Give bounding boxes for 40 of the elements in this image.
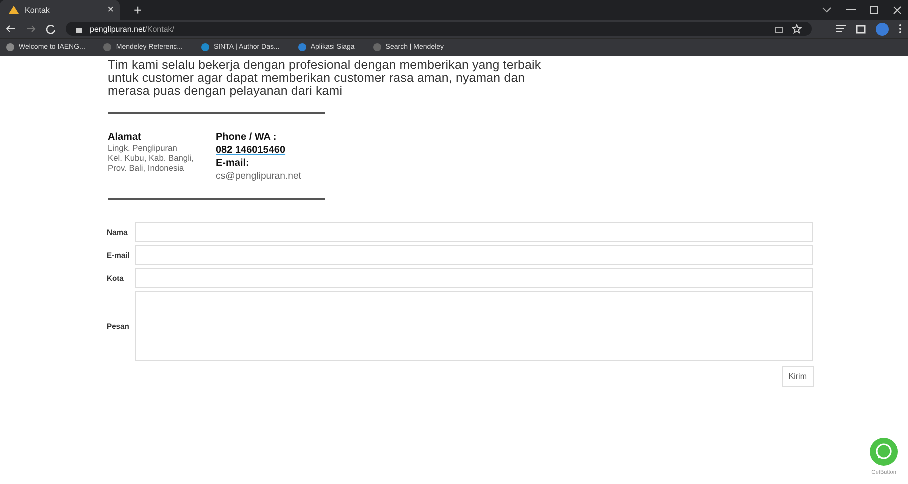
bookmark-favicon-icon (200, 43, 210, 52)
side-panel-icon[interactable] (856, 24, 866, 34)
reload-icon[interactable] (46, 24, 56, 34)
browser-tab[interactable]: Kontak × (0, 0, 120, 20)
tab-title: Kontak (25, 6, 51, 14)
address-heading: Alamat (108, 132, 142, 143)
new-tab-button[interactable]: + (134, 2, 142, 18)
address-text: Lingk. Penglipuran Kel. Kubu, Kab. Bangli, Prov. Bali, Indonesia (108, 143, 196, 173)
close-tab-button[interactable]: × (108, 4, 114, 16)
email-heading: E-mail: (216, 158, 250, 169)
input-field[interactable] (135, 268, 813, 288)
intro-text: Tim kami selalu bekerja dengan profesional dengan memberikan yang terbaik (108, 59, 542, 72)
site-icon (8, 5, 20, 15)
back-icon[interactable] (6, 24, 16, 34)
bookmark-favicon-icon (372, 43, 382, 52)
intro-text: merasa puas dengan pelayanan dari kami (108, 85, 344, 98)
phone-link[interactable]: 082 146015460 (216, 145, 302, 156)
bookmark-favicon-icon (103, 43, 112, 52)
reading-list-icon[interactable] (836, 25, 846, 33)
intro-text: untuk customer agar dapat memberikan customer rasa aman, nyaman dan (108, 72, 526, 85)
phone-heading: Phone / WA : (216, 132, 278, 143)
address-bar[interactable]: penglipuran.net/Kontak/ (66, 22, 812, 36)
star-icon[interactable] (792, 24, 802, 34)
message-field[interactable] (135, 291, 813, 361)
maximize-icon[interactable] (870, 6, 879, 14)
forward-icon[interactable] (26, 24, 36, 34)
input-field[interactable] (135, 222, 813, 242)
lock-icon (76, 25, 82, 33)
minimize-icon[interactable] (846, 9, 856, 11)
share-icon[interactable] (775, 24, 784, 34)
email-text: cs@penglipuran.net (216, 172, 302, 182)
input-field[interactable] (135, 245, 813, 265)
bookmark-favicon-icon (298, 43, 307, 52)
submit-button[interactable]: Kirim (782, 366, 814, 387)
url-text: penglipuran.net/Kontak/ (90, 24, 175, 34)
bookmark-favicon-icon (6, 43, 15, 52)
chevron-down-icon[interactable] (822, 7, 832, 13)
profile-avatar-icon[interactable] (876, 22, 889, 36)
close-icon[interactable] (893, 6, 902, 14)
menu-icon[interactable] (899, 24, 902, 34)
